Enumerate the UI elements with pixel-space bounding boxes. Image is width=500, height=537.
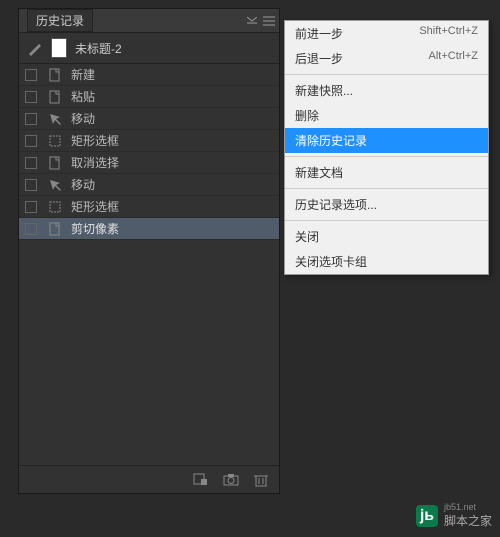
menu-item-shortcut: Alt+Ctrl+Z <box>428 50 478 67</box>
history-row[interactable]: 取消选择 <box>19 152 279 174</box>
history-label: 新建 <box>71 66 95 83</box>
menu-item-label: 删除 <box>295 107 319 124</box>
menu-separator <box>285 188 488 189</box>
menu-item[interactable]: 关闭 <box>285 224 488 249</box>
brush-icon <box>27 40 43 56</box>
watermark-text: 脚本之家 <box>444 512 492 529</box>
menu-item-label: 关闭选项卡组 <box>295 253 367 270</box>
menu-item[interactable]: 清除历史记录 <box>285 128 488 153</box>
document-title: 未标题-2 <box>75 40 122 57</box>
history-label: 移动 <box>71 110 95 127</box>
new-snapshot-icon[interactable] <box>193 473 209 487</box>
document-row[interactable]: 未标题-2 <box>19 33 279 64</box>
history-row[interactable]: 粘贴 <box>19 86 279 108</box>
history-checkbox[interactable] <box>25 179 37 191</box>
history-label: 粘贴 <box>71 88 95 105</box>
watermark-logo: јь <box>416 505 438 527</box>
menu-item[interactable]: 历史记录选项... <box>285 192 488 217</box>
menu-item-label: 前进一步 <box>295 25 343 42</box>
menu-separator <box>285 74 488 75</box>
menu-item[interactable]: 新建文档 <box>285 160 488 185</box>
history-list: 新建粘贴移动矩形选框取消选择移动矩形选框剪切像素 <box>19 64 279 465</box>
history-row[interactable]: 矩形选框 <box>19 130 279 152</box>
move-icon <box>47 178 63 192</box>
history-row[interactable]: 矩形选框 <box>19 196 279 218</box>
collapse-icon[interactable] <box>247 17 257 25</box>
history-panel: 历史记录 未标题-2 新建粘贴移动矩形选框取消选择移动矩形选框剪切像素 <box>18 8 280 494</box>
history-label: 矩形选框 <box>71 198 119 215</box>
history-checkbox[interactable] <box>25 91 37 103</box>
history-label: 取消选择 <box>71 154 119 171</box>
menu-item-label: 新建文档 <box>295 164 343 181</box>
menu-separator <box>285 220 488 221</box>
document-thumbnail <box>51 38 67 58</box>
history-checkbox[interactable] <box>25 69 37 81</box>
menu-item[interactable]: 后退一步 Alt+Ctrl+Z <box>285 46 488 71</box>
file-icon <box>47 90 63 104</box>
menu-item-label: 关闭 <box>295 228 319 245</box>
history-row[interactable]: 剪切像素 <box>19 218 279 240</box>
history-label: 剪切像素 <box>71 220 119 237</box>
marquee-icon <box>47 200 63 214</box>
menu-item-label: 后退一步 <box>295 50 343 67</box>
panel-header: 历史记录 <box>19 9 279 33</box>
watermark: јь jb51.net 脚本之家 <box>416 502 492 529</box>
history-checkbox[interactable] <box>25 157 37 169</box>
menu-item[interactable]: 新建快照... <box>285 78 488 103</box>
file-icon <box>47 156 63 170</box>
marquee-icon <box>47 134 63 148</box>
menu-item[interactable]: 删除 <box>285 103 488 128</box>
history-checkbox[interactable] <box>25 135 37 147</box>
menu-item-label: 历史记录选项... <box>295 196 377 213</box>
history-checkbox[interactable] <box>25 201 37 213</box>
history-label: 矩形选框 <box>71 132 119 149</box>
menu-separator <box>285 156 488 157</box>
panel-tab-history[interactable]: 历史记录 <box>27 9 93 32</box>
move-icon <box>47 112 63 126</box>
file-icon <box>47 68 63 82</box>
trash-icon[interactable] <box>253 473 269 487</box>
history-row[interactable]: 移动 <box>19 108 279 130</box>
history-checkbox[interactable] <box>25 223 37 235</box>
menu-item-shortcut: Shift+Ctrl+Z <box>419 25 478 42</box>
camera-icon[interactable] <box>223 473 239 487</box>
file-icon <box>47 222 63 236</box>
history-row[interactable]: 新建 <box>19 64 279 86</box>
menu-item[interactable]: 前进一步 Shift+Ctrl+Z <box>285 21 488 46</box>
history-checkbox[interactable] <box>25 113 37 125</box>
context-menu: 前进一步 Shift+Ctrl+Z 后退一步 Alt+Ctrl+Z 新建快照... 删除清… <box>284 20 489 275</box>
menu-icon[interactable] <box>263 16 275 26</box>
history-label: 移动 <box>71 176 95 193</box>
menu-item[interactable]: 关闭选项卡组 <box>285 249 488 274</box>
menu-item-label: 清除历史记录 <box>295 132 367 149</box>
history-row[interactable]: 移动 <box>19 174 279 196</box>
menu-item-label: 新建快照... <box>295 82 353 99</box>
panel-footer <box>19 465 279 493</box>
watermark-url: jb51.net <box>444 502 492 512</box>
